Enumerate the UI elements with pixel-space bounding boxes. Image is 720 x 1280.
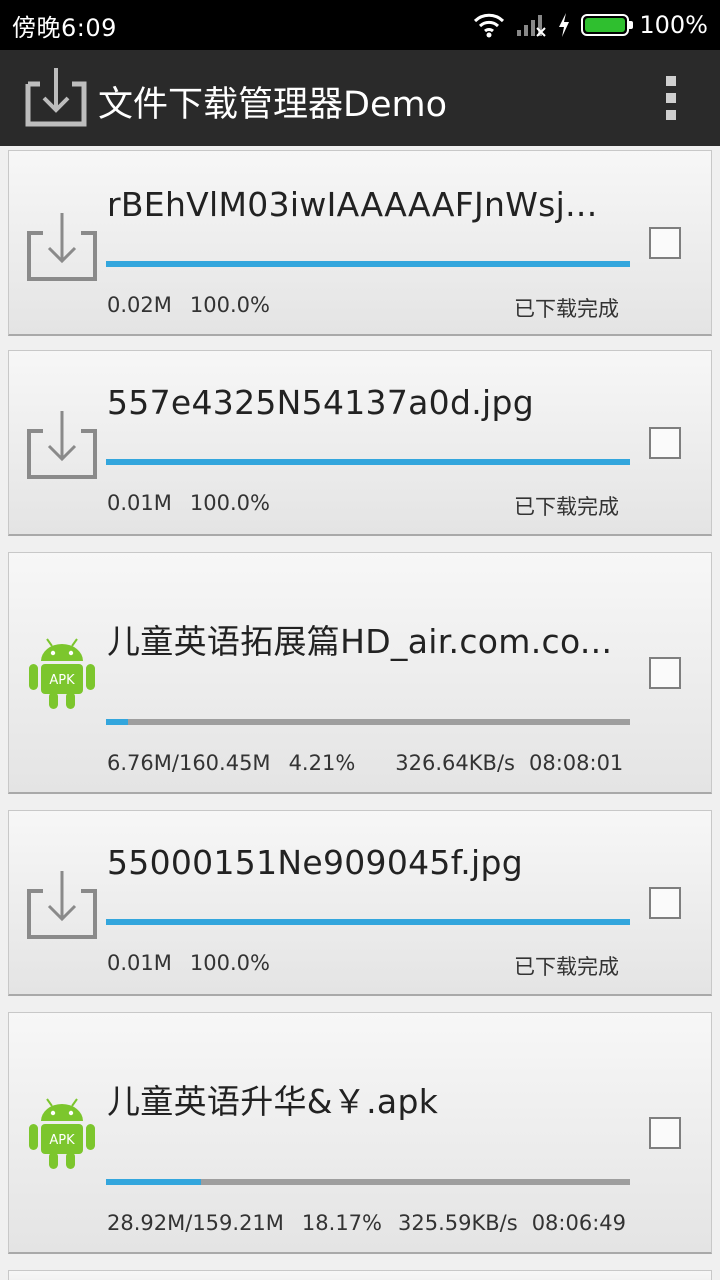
select-checkbox[interactable] — [649, 657, 681, 689]
download-status: 已下载完成 — [514, 495, 619, 519]
progress-bar — [106, 719, 630, 725]
download-item[interactable]: 55000151Ne909045f.jpg 0.01M 100.0% 已下载完成 — [8, 810, 712, 996]
select-checkbox[interactable] — [649, 887, 681, 919]
svg-text:APK: APK — [49, 1133, 75, 1148]
file-name: rBEhVlM03iwIAAAAAFJnWsj... — [107, 185, 598, 224]
download-item[interactable]: APK 儿童英语拓展篇HD_air.com.co... 6.76M/160.45… — [8, 552, 712, 794]
wifi-icon — [474, 13, 505, 38]
download-info: 6.76M/160.45M 4.21% 326.64KB/s 08:08:01 — [107, 751, 641, 775]
progress-fill — [106, 719, 129, 725]
battery-icon — [581, 14, 634, 36]
download-percent: 100.0% — [189, 491, 270, 515]
download-item[interactable]: APK 儿童英语升华&￥.apk 28.92M/159.21M 18.17% 3… — [8, 1012, 712, 1254]
select-checkbox[interactable] — [649, 1117, 681, 1149]
download-icon — [27, 411, 97, 479]
charging-icon — [559, 13, 570, 37]
download-icon — [27, 871, 97, 939]
svg-text:APK: APK — [49, 673, 75, 688]
download-icon — [27, 213, 97, 281]
file-size: 0.01M — [107, 951, 172, 975]
select-checkbox[interactable] — [649, 427, 681, 459]
download-list: rBEhVlM03iwIAAAAAFJnWsj... 0.02M 100.0% … — [0, 146, 720, 1280]
status-icons: 100% — [473, 6, 708, 44]
file-name: 儿童英语拓展篇HD_air.com.co... — [107, 622, 613, 661]
download-percent: 18.17% — [301, 1211, 382, 1235]
time-remaining: 08:06:49 — [531, 1211, 627, 1235]
download-item[interactable]: 557e4325N54137a0d.jpg 0.01M 100.0% 已下载完成 — [8, 350, 712, 536]
download-status: 已下载完成 — [514, 955, 619, 979]
download-info: 0.02M 100.0% — [107, 293, 288, 317]
progress-fill — [106, 459, 630, 465]
download-percent: 4.21% — [288, 751, 356, 775]
file-name: 儿童英语升华&￥.apk — [107, 1082, 439, 1121]
file-size: 0.01M — [107, 491, 172, 515]
download-percent: 100.0% — [189, 951, 270, 975]
download-info: 0.01M 100.0% — [107, 491, 288, 515]
file-name: 557e4325N54137a0d.jpg — [107, 383, 534, 422]
file-size: 0.02M — [107, 293, 172, 317]
download-status: 已下载完成 — [514, 297, 619, 321]
progress-bar — [106, 261, 630, 267]
download-info: 28.92M/159.21M 18.17% 325.59KB/s 08:06:4… — [107, 1211, 644, 1235]
download-speed: 326.64KB/s — [395, 751, 515, 775]
download-percent: 100.0% — [189, 293, 270, 317]
overflow-menu-icon[interactable] — [664, 76, 678, 120]
action-bar: 文件下载管理器Demo — [0, 50, 720, 146]
download-item[interactable]: rBEhVlM03iwIAAAAAFJnWsj... 0.02M 100.0% … — [8, 150, 712, 336]
file-size: 28.92M/159.21M — [107, 1211, 284, 1235]
progress-bar — [106, 459, 630, 465]
progress-fill — [106, 261, 630, 267]
download-item[interactable] — [8, 1270, 712, 1280]
file-size: 6.76M/160.45M — [107, 751, 271, 775]
app-title: 文件下载管理器Demo — [98, 85, 447, 125]
time-remaining: 08:08:01 — [528, 751, 624, 775]
download-speed: 325.59KB/s — [398, 1211, 518, 1235]
download-info: 0.01M 100.0% — [107, 951, 288, 975]
signal-icon — [517, 15, 547, 37]
android-apk-icon: APK — [29, 1098, 95, 1169]
progress-bar — [106, 1179, 630, 1185]
progress-fill — [106, 1179, 202, 1185]
battery-level — [585, 18, 626, 32]
progress-fill — [106, 919, 630, 925]
file-name: 55000151Ne909045f.jpg — [107, 843, 523, 882]
android-apk-icon: APK — [29, 638, 95, 709]
progress-bar — [106, 919, 630, 925]
download-icon — [25, 68, 87, 127]
status-time: 傍晚6:09 — [12, 14, 117, 42]
select-checkbox[interactable] — [649, 227, 681, 259]
battery-percent: 100% — [639, 11, 708, 39]
status-bar: 傍晚6:09 100% — [0, 0, 720, 50]
